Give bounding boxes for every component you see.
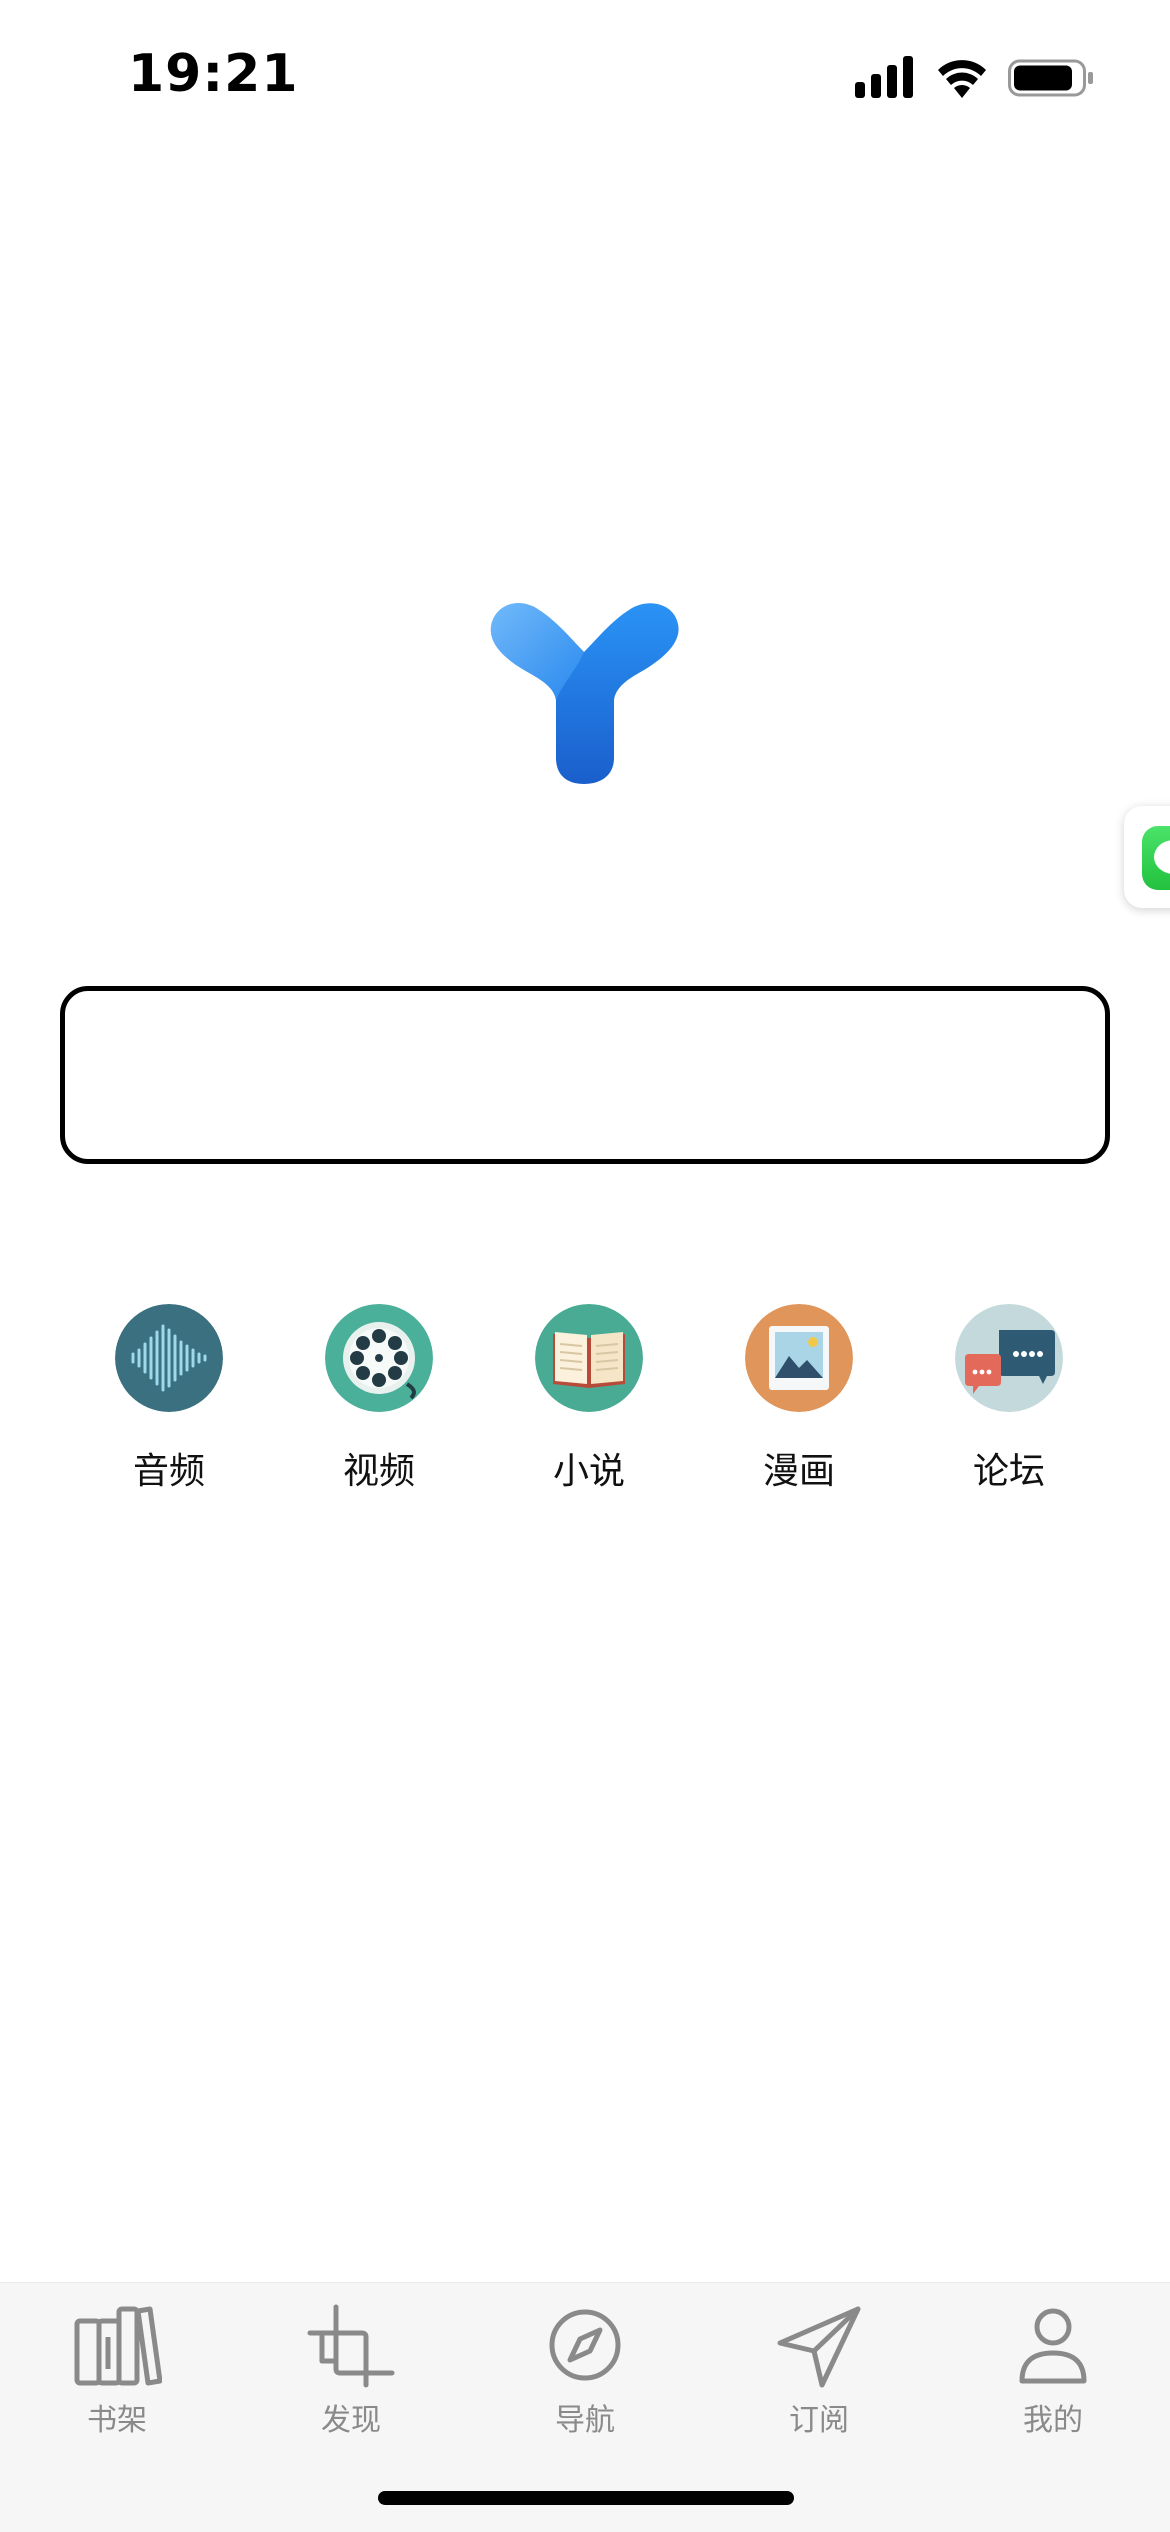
film-reel-icon — [325, 1304, 433, 1412]
category-forum[interactable]: 论坛 — [900, 1300, 1110, 1500]
category-comic[interactable]: 漫画 — [690, 1300, 900, 1500]
app-logo — [490, 603, 679, 784]
picture-icon — [745, 1304, 853, 1412]
tab-discover[interactable]: 发现 — [281, 2303, 421, 2443]
category-label: 论坛 — [972, 1451, 1045, 1492]
search-box[interactable] — [60, 986, 1110, 1164]
tab-label: 导航 — [555, 2403, 615, 2438]
audio-wave-icon — [115, 1304, 223, 1412]
person-icon — [1019, 2308, 1087, 2384]
category-label: 音频 — [132, 1451, 205, 1492]
chat-bubbles-icon — [955, 1304, 1063, 1412]
wifi-icon — [938, 60, 986, 98]
battery-icon — [1008, 59, 1093, 97]
category-row: 音频 视频 小说 漫画 论坛 — [60, 1300, 1110, 1500]
bottom-tab-bar: 书架 发现 导航 订阅 我的 — [0, 2282, 1170, 2532]
floating-chat-button[interactable] — [1124, 806, 1170, 908]
category-label: 小说 — [552, 1451, 625, 1492]
cellular-signal-icon — [855, 56, 913, 98]
category-label: 视频 — [342, 1451, 415, 1492]
tab-label: 书架 — [87, 2403, 147, 2438]
tab-label: 发现 — [321, 2403, 381, 2438]
tab-label: 我的 — [1023, 2403, 1083, 2438]
category-audio[interactable]: 音频 — [60, 1300, 270, 1500]
tab-profile[interactable]: 我的 — [983, 2303, 1123, 2443]
tab-label: 订阅 — [789, 2403, 849, 2438]
paper-plane-icon — [777, 2306, 861, 2388]
open-book-icon — [535, 1304, 643, 1412]
category-video[interactable]: 视频 — [270, 1300, 480, 1500]
compass-icon — [549, 2309, 621, 2381]
crop-frame-icon — [307, 2304, 395, 2388]
status-bar: 19:21 — [0, 0, 1170, 150]
category-label: 漫画 — [762, 1451, 835, 1492]
tab-subscribe[interactable]: 订阅 — [749, 2303, 889, 2443]
tab-navigation[interactable]: 导航 — [515, 2303, 655, 2443]
status-time: 19:21 — [128, 44, 299, 104]
home-indicator[interactable] — [378, 2491, 794, 2505]
bookshelf-icon — [74, 2306, 162, 2386]
category-novel[interactable]: 小说 — [480, 1300, 690, 1500]
tab-bookshelf[interactable]: 书架 — [47, 2303, 187, 2443]
message-icon — [1142, 826, 1170, 890]
search-input[interactable] — [65, 991, 1105, 1159]
